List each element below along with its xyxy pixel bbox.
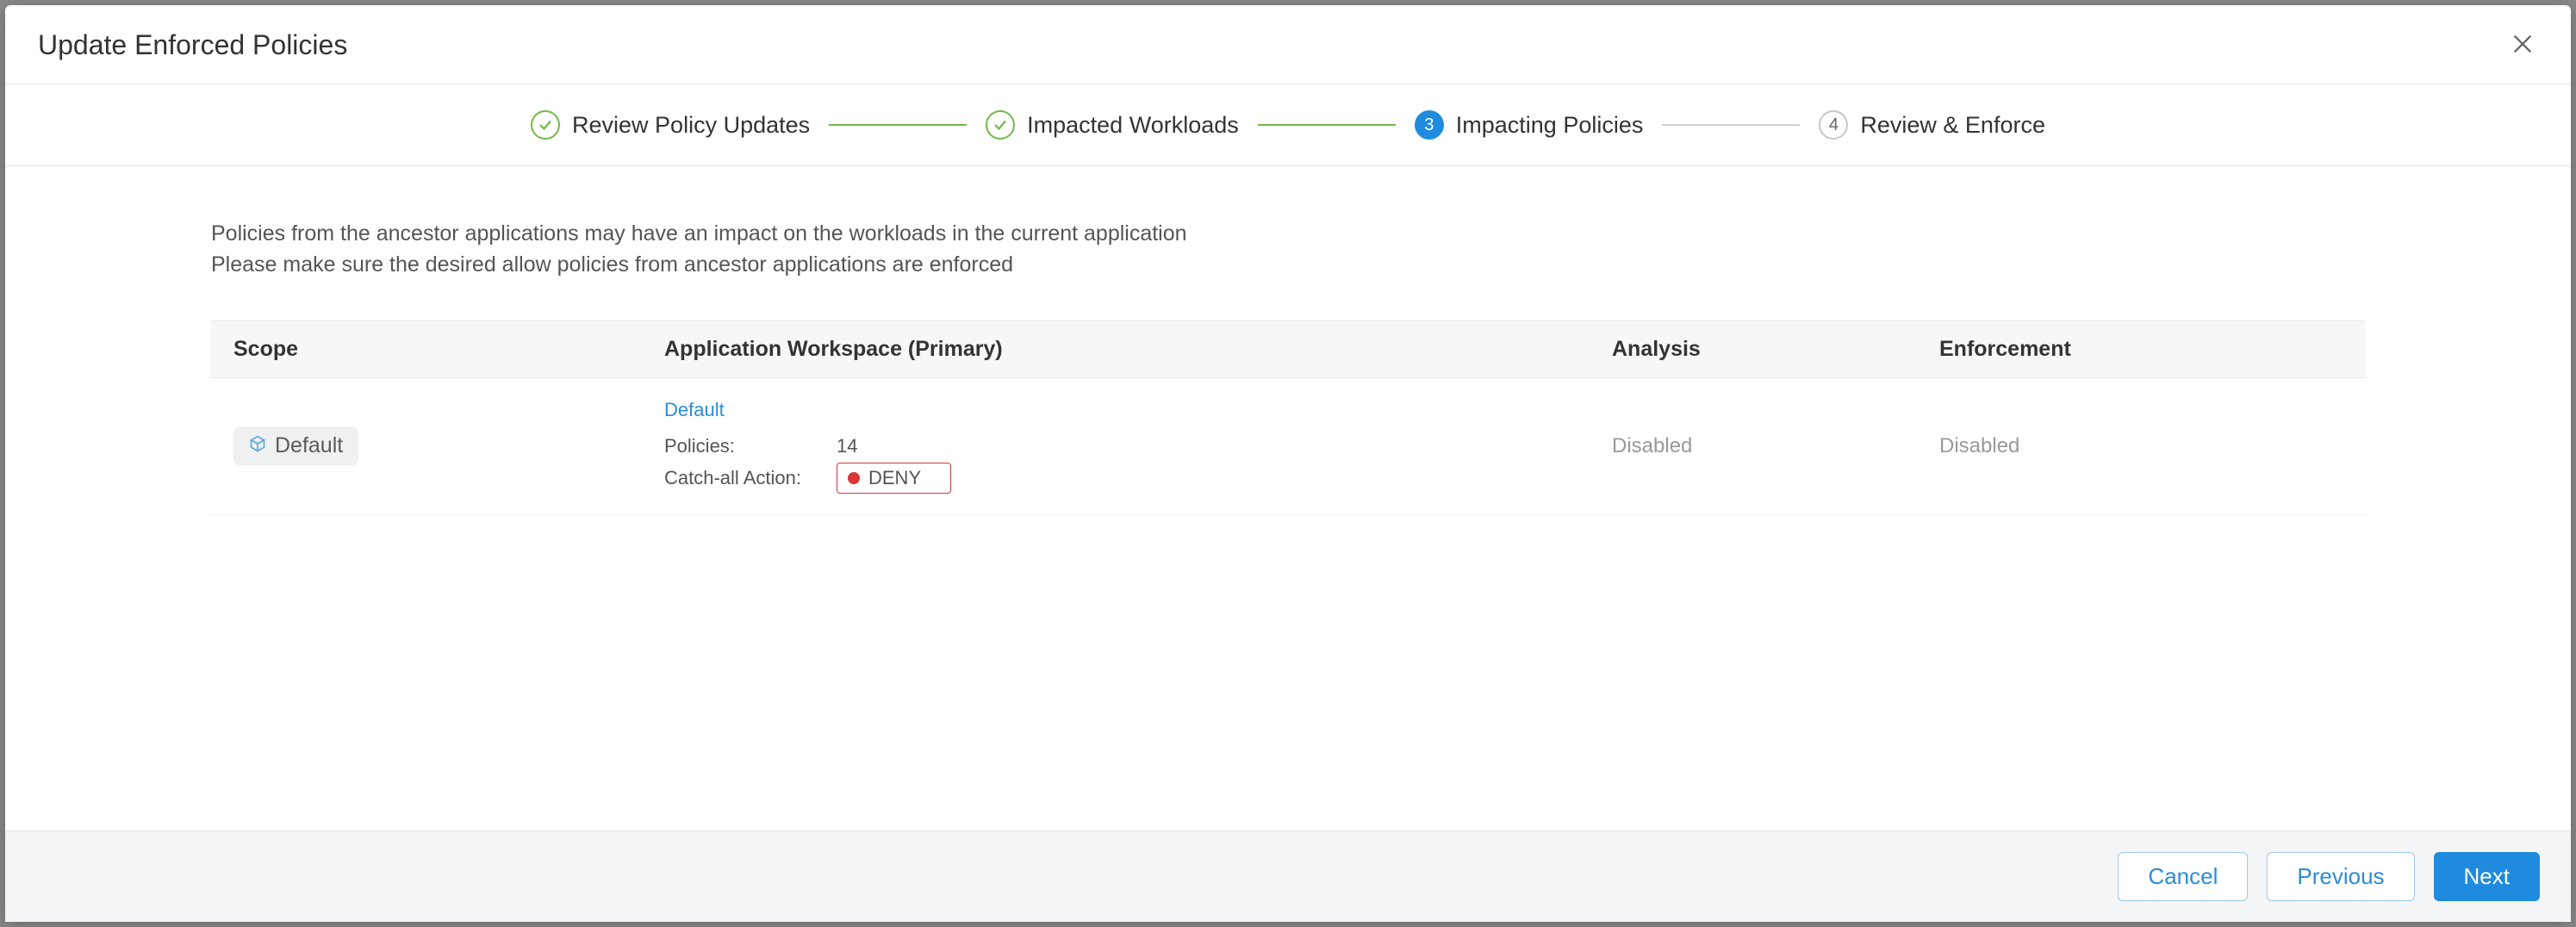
step-impacting-policies[interactable]: 3 Impacting Policies: [1415, 110, 1644, 140]
check-icon: [531, 110, 560, 140]
policies-label: Policies:: [664, 435, 802, 457]
col-header-workspace: Application Workspace (Primary): [642, 320, 1590, 377]
workspace-link[interactable]: Default: [664, 399, 725, 421]
deny-dot-icon: [848, 472, 860, 484]
modal-footer: Cancel Previous Next: [5, 831, 2571, 922]
col-header-scope: Scope: [211, 320, 642, 377]
step-number-icon: 4: [1819, 110, 1848, 140]
step-impacted-workloads[interactable]: Impacted Workloads: [986, 110, 1239, 140]
analysis-value: Disabled: [1612, 434, 1692, 457]
scope-chip[interactable]: Default: [233, 426, 358, 465]
cube-icon: [249, 433, 266, 458]
modal-body: Policies from the ancestor applications …: [5, 166, 2571, 831]
policies-value: 14: [837, 435, 857, 457]
close-icon: [2511, 32, 2535, 59]
check-icon: [986, 110, 1015, 140]
catchall-value: DENY: [868, 467, 921, 489]
cancel-button[interactable]: Cancel: [2118, 852, 2248, 901]
step-review-policy-updates[interactable]: Review Policy Updates: [531, 110, 810, 140]
description-line: Please make sure the desired allow polic…: [211, 252, 1013, 277]
step-review-enforce[interactable]: 4 Review & Enforce: [1819, 110, 2045, 140]
modal-title: Update Enforced Policies: [38, 29, 347, 61]
catchall-label: Catch-all Action:: [664, 467, 802, 489]
modal-header: Update Enforced Policies: [5, 5, 2571, 84]
step-label: Review & Enforce: [1860, 112, 2045, 139]
col-header-analysis: Analysis: [1590, 320, 1917, 377]
close-button[interactable]: [2507, 30, 2538, 61]
impacting-policies-table: Scope Application Workspace (Primary) An…: [211, 320, 2365, 515]
step-label: Impacting Policies: [1456, 112, 1644, 139]
catchall-badge: DENY: [837, 463, 951, 494]
step-number-icon: 3: [1415, 110, 1444, 140]
step-connector: [1662, 124, 1800, 126]
step-label: Impacted Workloads: [1027, 112, 1239, 139]
scope-label: Default: [275, 433, 343, 458]
update-enforced-policies-modal: Update Enforced Policies Review Policy U…: [5, 5, 2571, 922]
stepper: Review Policy Updates Impacted Workloads…: [5, 84, 2571, 166]
step-connector: [829, 124, 967, 126]
enforcement-value: Disabled: [1939, 434, 2019, 457]
previous-button[interactable]: Previous: [2267, 852, 2414, 901]
step-connector: [1258, 124, 1396, 126]
step-label: Review Policy Updates: [572, 112, 810, 139]
col-header-enforcement: Enforcement: [1917, 320, 2365, 377]
next-button[interactable]: Next: [2434, 852, 2540, 901]
table-row: Default Default Policies: 14 Catch-all A…: [211, 377, 2365, 514]
description-line: Policies from the ancestor applications …: [211, 221, 1187, 246]
description-text: Policies from the ancestor applications …: [211, 218, 2365, 281]
